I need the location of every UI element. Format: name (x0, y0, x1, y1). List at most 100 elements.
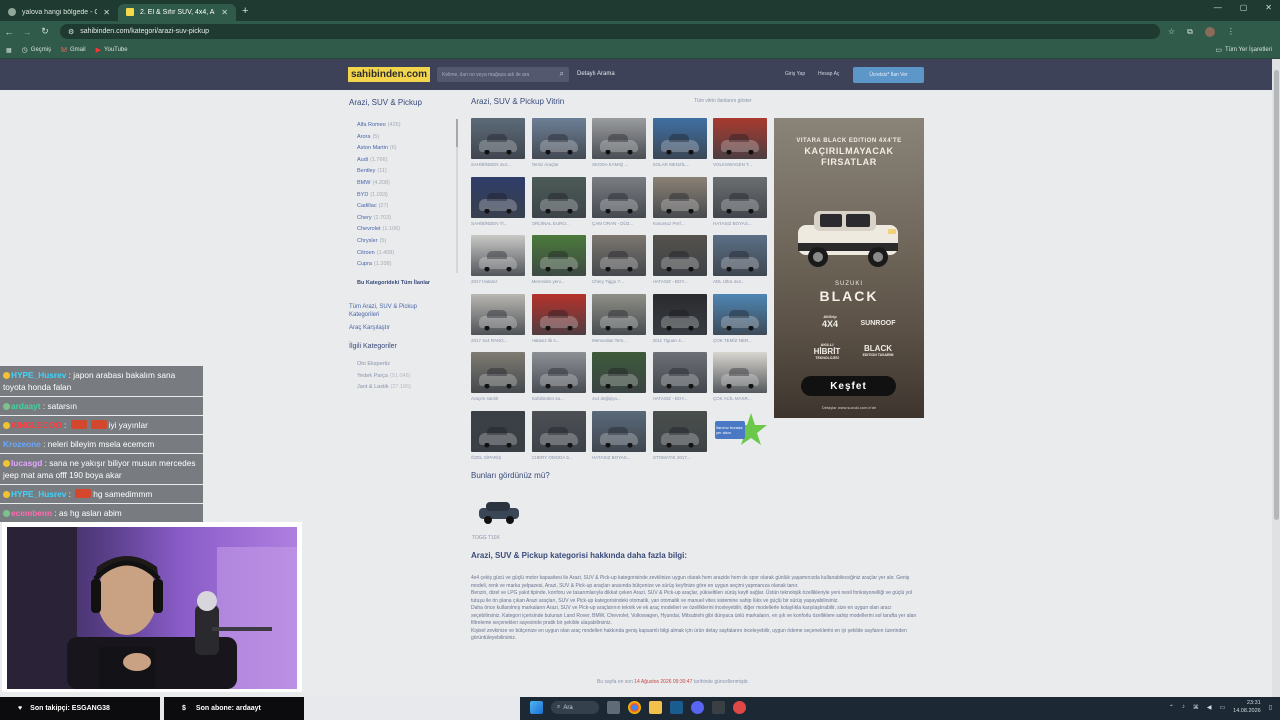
ad-cta-button[interactable]: Keşfet (801, 376, 896, 396)
showcase-item[interactable]: ÖZEL SİPARİŞ (471, 411, 527, 460)
car-thumbnail[interactable] (531, 411, 586, 452)
brand-item[interactable]: Cadillac (27) (357, 201, 453, 213)
car-caption[interactable]: 2011 Tiguan 4... (653, 338, 709, 343)
profile-avatar[interactable] (1204, 26, 1215, 37)
showcase-item[interactable]: HATASIZ - BOY... (652, 235, 709, 284)
brand-item[interactable]: Dacia(5.109) (357, 271, 453, 274)
car-thumbnail[interactable] (531, 235, 586, 277)
network-icon[interactable]: ⌘ (1193, 704, 1199, 711)
car-thumbnail[interactable] (471, 176, 525, 218)
volume-icon[interactable]: ◀ (1207, 704, 1212, 711)
extensions-icon[interactable]: ⧉ (1187, 27, 1193, 37)
car-caption[interactable]: 2017 4x4 RANG... (471, 338, 527, 343)
car-thumbnail[interactable] (471, 293, 525, 335)
showcase-item[interactable]: SOLAR MENZİL... (652, 118, 709, 167)
car-caption[interactable]: Sahibinden sa... (532, 396, 588, 401)
task-view-icon[interactable] (607, 701, 620, 714)
showcase-item[interactable]: Sahibinden sa... (531, 352, 588, 401)
car-thumbnail[interactable] (531, 176, 586, 218)
forward-icon[interactable]: → (18, 27, 36, 37)
car-caption[interactable]: ÇOK ACİL MASR... (713, 396, 769, 401)
car-thumbnail[interactable] (471, 411, 525, 452)
togg-caption[interactable]: TOGG T10X (472, 535, 500, 541)
start-icon[interactable] (530, 701, 543, 714)
search-icon[interactable]: ⌕ (560, 69, 564, 79)
car-caption[interactable]: Araçım satılık (471, 396, 527, 401)
car-caption[interactable]: HATASIZ - BOY... (653, 396, 709, 401)
login-link[interactable]: Giriş Yap (785, 71, 805, 77)
showcase-item[interactable]: Araçım satılık (471, 352, 527, 401)
bookmark-gmail[interactable]: M Gmail (61, 47, 86, 54)
showcase-item[interactable]: HATASIZ - BOY... (652, 352, 709, 401)
showcase-item[interactable]: CHERY OMODA 5... (531, 411, 588, 460)
showcase-item[interactable]: 2017 4x4 RANG... (471, 293, 527, 343)
compare-link[interactable]: Araç Karşılaştır (349, 325, 390, 331)
car-thumbnail[interactable] (531, 352, 586, 394)
related-category-item[interactable]: Jant & Lastik (27.186) (357, 384, 411, 396)
car-thumbnail[interactable] (592, 352, 646, 394)
close-tab-icon[interactable]: ✕ (221, 8, 228, 17)
brand-item[interactable]: Aston Martin (6) (357, 143, 453, 155)
site-search-input[interactable]: Kelime, ilan no veya mağaza adı ile ara … (437, 67, 569, 82)
car-caption[interactable]: Mercedes yeni... (532, 279, 588, 284)
car-caption[interactable]: 2017 Hatasız (471, 279, 527, 284)
car-caption[interactable]: HATASIZ BOYAS... (592, 455, 648, 460)
close-window-button[interactable]: ✕ (1265, 3, 1272, 12)
showcase-item[interactable]: OTOMATİK 2017... (652, 411, 709, 460)
url-field[interactable]: ⚙ sahibinden.com/kategori/arazi-suv-pick… (60, 24, 1160, 39)
car-thumbnail[interactable] (531, 293, 586, 335)
mic-icon[interactable]: ♪ (1182, 704, 1185, 710)
car-thumbnail[interactable] (652, 411, 707, 452)
minimize-button[interactable]: — (1214, 3, 1222, 12)
clock[interactable]: 23:31 14.08.2026 (1233, 699, 1261, 715)
taskbar-search[interactable]: ⌕ Ara (551, 701, 599, 714)
page-scrollbar-thumb[interactable] (1274, 70, 1279, 520)
related-category-item[interactable]: Yedek Parça (51.046) (357, 373, 411, 385)
car-thumbnail[interactable] (471, 118, 525, 159)
brand-item[interactable]: Audi (1.766) (357, 155, 453, 167)
maximize-button[interactable]: ▢ (1240, 3, 1248, 12)
car-caption[interactable]: ORİJİNAL EURO... (532, 221, 588, 226)
file-explorer-icon[interactable] (649, 701, 662, 714)
reload-icon[interactable]: ↻ (36, 26, 54, 37)
bookmark-history[interactable]: ◷ Geçmiş (22, 46, 51, 54)
showcase-item[interactable]: Memurdan Tem... (592, 293, 648, 343)
showcase-item[interactable]: 2017 Hatasız (471, 235, 527, 284)
car-thumbnail[interactable] (592, 176, 646, 218)
car-caption[interactable]: ÇAM ORAN - DÜZ... (592, 221, 648, 226)
car-caption[interactable]: SAHİBİNDEN 4x4... (471, 162, 527, 167)
car-thumbnail[interactable] (713, 118, 767, 159)
all-categories-link[interactable]: Tüm Arazi, SUV & Pickup Kategorileri (349, 303, 439, 319)
car-caption[interactable]: OTOMATİK 2017... (653, 455, 709, 460)
discord-icon[interactable] (691, 701, 704, 714)
car-caption[interactable]: HATASIZ BOYAS... (713, 221, 769, 226)
notifications-icon[interactable]: ▯ (1269, 704, 1272, 711)
site-logo[interactable]: sahibinden.com (348, 67, 430, 82)
car-caption[interactable]: CHERY OMODA 5... (532, 455, 588, 460)
car-caption[interactable]: ÖZEL SİPARİŞ (471, 455, 527, 460)
brand-item[interactable]: Alfa Romeo (426) (357, 120, 453, 132)
car-thumbnail[interactable] (471, 235, 525, 277)
bookmark-youtube[interactable]: ▶ YouTube (96, 46, 128, 54)
car-thumbnail[interactable] (713, 293, 767, 335)
showcase-item[interactable]: VOLKSWAGEN T... (713, 118, 769, 167)
car-thumbnail[interactable] (592, 411, 646, 452)
brand-item[interactable]: Chevrolet (1.106) (357, 224, 453, 236)
showcase-item[interactable]: Hatasız ilk s... (531, 293, 588, 343)
bookmark-star-icon[interactable]: ☆ (1168, 27, 1175, 37)
car-caption[interactable]: SKODA KAMIQ ... (592, 162, 648, 167)
car-caption[interactable]: HATASIZ - BOY... (653, 279, 709, 284)
showcase-item[interactable]: SKODA KAMIQ ... (592, 118, 648, 167)
brand-item[interactable]: Citroen (1.408) (357, 248, 453, 260)
suzuki-ad-banner[interactable]: VITARA BLACK EDITION 4X4'TE KAÇIRILMAYAC… (774, 118, 924, 418)
car-caption[interactable]: ÇOK TEMİZ NER... (713, 338, 769, 343)
showcase-item[interactable]: Mercedes yeni... (531, 235, 588, 284)
car-caption[interactable]: Chery Tiggo 7... (592, 279, 648, 284)
brand-item[interactable]: Cupra (1.208) (357, 259, 453, 271)
brand-item[interactable]: BMW (4.208) (357, 178, 453, 190)
car-caption[interactable]: Kusursuz Perf... (653, 221, 709, 226)
car-caption[interactable]: Hatasız ilk s... (532, 338, 588, 343)
car-thumbnail[interactable] (713, 352, 767, 394)
car-caption[interactable]: ADL Ultra 4x4... (713, 279, 769, 284)
togg-thumbnail[interactable] (476, 497, 522, 527)
